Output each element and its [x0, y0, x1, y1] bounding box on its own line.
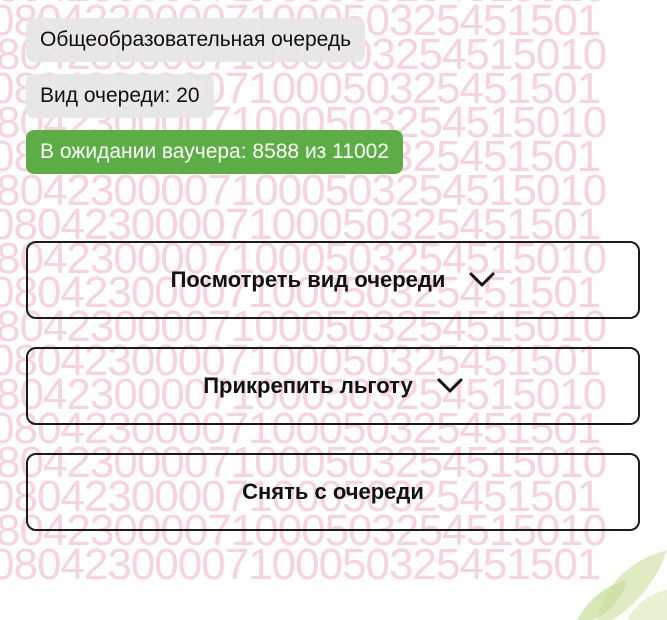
- queue-type-badge: Вид очереди: 20: [26, 74, 214, 118]
- remove-from-queue-label: Снять с очереди: [242, 479, 424, 504]
- queue-name-badge: Общеобразовательная очередь: [26, 18, 366, 62]
- attach-benefit-button[interactable]: Прикрепить льготу: [26, 347, 640, 425]
- remove-from-queue-button[interactable]: Снять с очереди: [26, 453, 640, 531]
- queue-card: Общеобразовательная очередь Вид очереди:…: [0, 0, 667, 600]
- chevron-down-icon: [469, 272, 495, 287]
- view-queue-type-label: Посмотреть вид очереди: [170, 267, 446, 292]
- chevron-down-icon: [437, 378, 463, 393]
- voucher-status-badge: В ожидании ваучера: 8588 из 11002: [26, 130, 403, 174]
- attach-benefit-label: Прикрепить льготу: [203, 373, 413, 398]
- view-queue-type-button[interactable]: Посмотреть вид очереди: [26, 241, 640, 319]
